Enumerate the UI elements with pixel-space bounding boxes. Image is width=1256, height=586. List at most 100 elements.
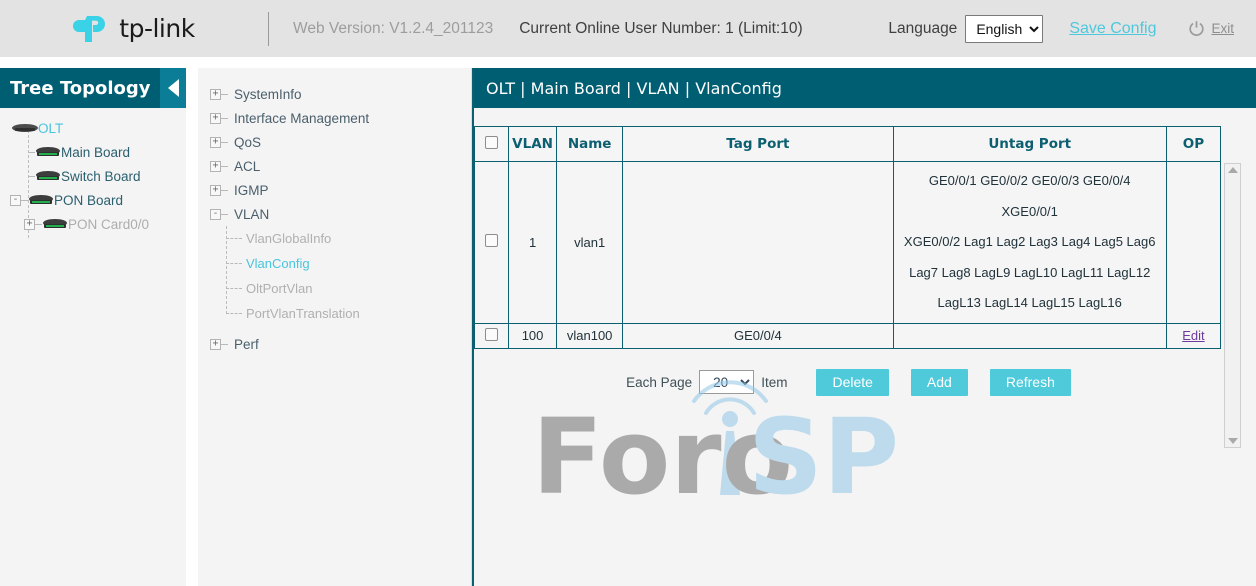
tree-node-label: Main Board — [61, 145, 130, 160]
cell-tag-port: GE0/0/4 — [623, 323, 893, 348]
each-page-label: Each Page — [626, 375, 692, 390]
tree-node-olt[interactable]: OLT — [0, 116, 186, 140]
table-row: 100 vlan100 GE0/0/4 Edit — [475, 323, 1221, 348]
edit-link[interactable]: Edit — [1182, 328, 1204, 343]
item-label: Item — [761, 375, 787, 390]
cell-op: Edit — [1166, 323, 1220, 348]
tree-topology-panel: Tree Topology OLT Main Board — [0, 68, 186, 586]
untag-port-line: XGE0/0/2 Lag1 Lag2 Lag3 Lag4 Lag5 Lag6 — [900, 227, 1160, 258]
vlan-submenu-list: VlanGlobalInfo VlanConfig OltPortVlan Po… — [198, 226, 471, 326]
brand-logo: tp-link — [0, 0, 268, 57]
tree-node-list: OLT Main Board Switch Board - — [0, 108, 186, 236]
add-button[interactable]: Add — [911, 369, 968, 396]
menu-item-label: SystemInfo — [234, 87, 302, 102]
vlan-table: VLAN Name Tag Port Untag Port OP 1 vlan1 — [474, 126, 1221, 349]
submenu-item-portvlantranslation[interactable]: PortVlanTranslation — [226, 301, 471, 326]
tree-topology-header: Tree Topology — [0, 68, 186, 108]
device-board-icon — [35, 170, 61, 182]
tree-node-label: PON Card0/0 — [68, 217, 149, 232]
tree-expander-expand[interactable]: + — [210, 137, 221, 148]
tree-node-label: PON Board — [54, 193, 123, 208]
tree-node-main-board[interactable]: Main Board — [0, 140, 186, 164]
column-header-untag-port: Untag Port — [893, 127, 1166, 162]
device-board-icon — [12, 122, 38, 134]
menu-item-perf[interactable]: + Perf — [198, 332, 471, 356]
save-config-link[interactable]: Save Config — [1069, 20, 1156, 38]
submenu-item-vlanconfig[interactable]: VlanConfig — [226, 251, 471, 276]
tree-node-switch-board[interactable]: Switch Board — [0, 164, 186, 188]
row-checkbox[interactable] — [485, 328, 498, 341]
menu-item-label: QoS — [234, 135, 261, 150]
menu-item-label: Perf — [234, 337, 259, 352]
scroll-down-icon[interactable] — [1228, 438, 1238, 444]
delete-button[interactable]: Delete — [816, 369, 888, 396]
pagination-toolbar: Each Page 20 Item Delete Add Refresh — [474, 369, 1256, 396]
tree-expander-expand[interactable]: + — [210, 89, 221, 100]
table-vertical-scrollbar[interactable] — [1224, 163, 1241, 448]
submenu-item-vlanglobalinfo[interactable]: VlanGlobalInfo — [226, 226, 471, 251]
cell-op — [1166, 162, 1220, 324]
untag-port-line: LagL13 LagL14 LagL15 LagL16 — [900, 288, 1160, 319]
row-select-cell — [475, 162, 509, 324]
menu-item-label: ACL — [234, 159, 260, 174]
untag-port-line: GE0/0/1 GE0/0/2 GE0/0/3 GE0/0/4 XGE0/0/1 — [900, 166, 1160, 227]
scroll-up-icon[interactable] — [1228, 167, 1238, 173]
menu-item-vlan[interactable]: - VLAN — [198, 202, 471, 226]
menu-item-igmp[interactable]: + IGMP — [198, 178, 471, 202]
tree-node-label: OLT — [38, 121, 63, 136]
menu-item-label: IGMP — [234, 183, 269, 198]
menu-item-interface-management[interactable]: + Interface Management — [198, 106, 471, 130]
tplink-logo-icon — [73, 12, 113, 46]
submenu-item-oltportvlan[interactable]: OltPortVlan — [226, 276, 471, 301]
table-header-row: VLAN Name Tag Port Untag Port OP — [475, 127, 1221, 162]
column-header-tag-port: Tag Port — [623, 127, 893, 162]
menu-item-label: Interface Management — [234, 111, 369, 126]
refresh-button[interactable]: Refresh — [990, 369, 1071, 396]
row-checkbox[interactable] — [485, 234, 498, 247]
tree-expander-collapse[interactable]: - — [10, 195, 21, 206]
column-header-vlan: VLAN — [509, 127, 557, 162]
language-select[interactable]: English — [965, 15, 1043, 43]
web-version-text: Web Version: V1.2.4_201123 — [293, 20, 493, 38]
cell-untag-port — [893, 323, 1166, 348]
tree-expander-expand[interactable]: + — [210, 339, 221, 350]
row-select-cell — [475, 323, 509, 348]
watermark-text-secondary: SP — [748, 396, 899, 503]
submenu-item-label: OltPortVlan — [246, 281, 312, 296]
tree-expander-expand[interactable]: + — [210, 161, 221, 172]
exit-button[interactable]: Exit — [1188, 20, 1234, 37]
tree-node-pon-board[interactable]: - PON Board — [0, 188, 186, 212]
cell-vlan-name: vlan100 — [557, 323, 623, 348]
tree-expander-expand[interactable]: + — [210, 113, 221, 124]
header-divider — [268, 12, 269, 46]
untag-port-line: Lag7 Lag8 LagL9 LagL10 LagL11 LagL12 — [900, 258, 1160, 289]
power-icon — [1188, 20, 1205, 37]
menu-item-acl[interactable]: + ACL — [198, 154, 471, 178]
tree-node-pon-card[interactable]: + PON Card0/0 — [0, 212, 186, 236]
tree-topology-title: Tree Topology — [0, 78, 151, 99]
menu-item-qos[interactable]: + QoS — [198, 130, 471, 154]
cell-vlan-id: 100 — [509, 323, 557, 348]
tree-expander-collapse[interactable]: - — [210, 209, 221, 220]
submenu-item-label: VlanConfig — [246, 256, 310, 271]
tree-expander-expand[interactable]: + — [210, 185, 221, 196]
submenu-item-label: VlanGlobalInfo — [246, 231, 331, 246]
brand-name: tp-link — [119, 14, 194, 43]
menu-item-systeminfo[interactable]: + SystemInfo — [198, 82, 471, 106]
cell-vlan-name: vlan1 — [557, 162, 623, 324]
tree-node-label: Switch Board — [61, 169, 141, 184]
select-all-header — [475, 127, 509, 162]
page-size-select[interactable]: 20 — [699, 370, 754, 394]
online-user-text: Current Online User Number: 1 (Limit:10) — [519, 20, 802, 38]
column-header-op: OP — [1166, 127, 1220, 162]
tree-expander-expand[interactable]: + — [24, 219, 35, 230]
watermark-text-primary: Foro — [532, 396, 793, 503]
cell-vlan-id: 1 — [509, 162, 557, 324]
chevron-left-icon[interactable] — [160, 68, 186, 108]
breadcrumb: OLT | Main Board | VLAN | VlanConfig — [474, 68, 1256, 108]
cell-untag-port: GE0/0/1 GE0/0/2 GE0/0/3 GE0/0/4 XGE0/0/1… — [893, 162, 1166, 324]
select-all-checkbox[interactable] — [485, 136, 498, 149]
device-board-icon — [28, 194, 54, 206]
cell-tag-port — [623, 162, 893, 324]
language-label: Language — [888, 20, 957, 38]
